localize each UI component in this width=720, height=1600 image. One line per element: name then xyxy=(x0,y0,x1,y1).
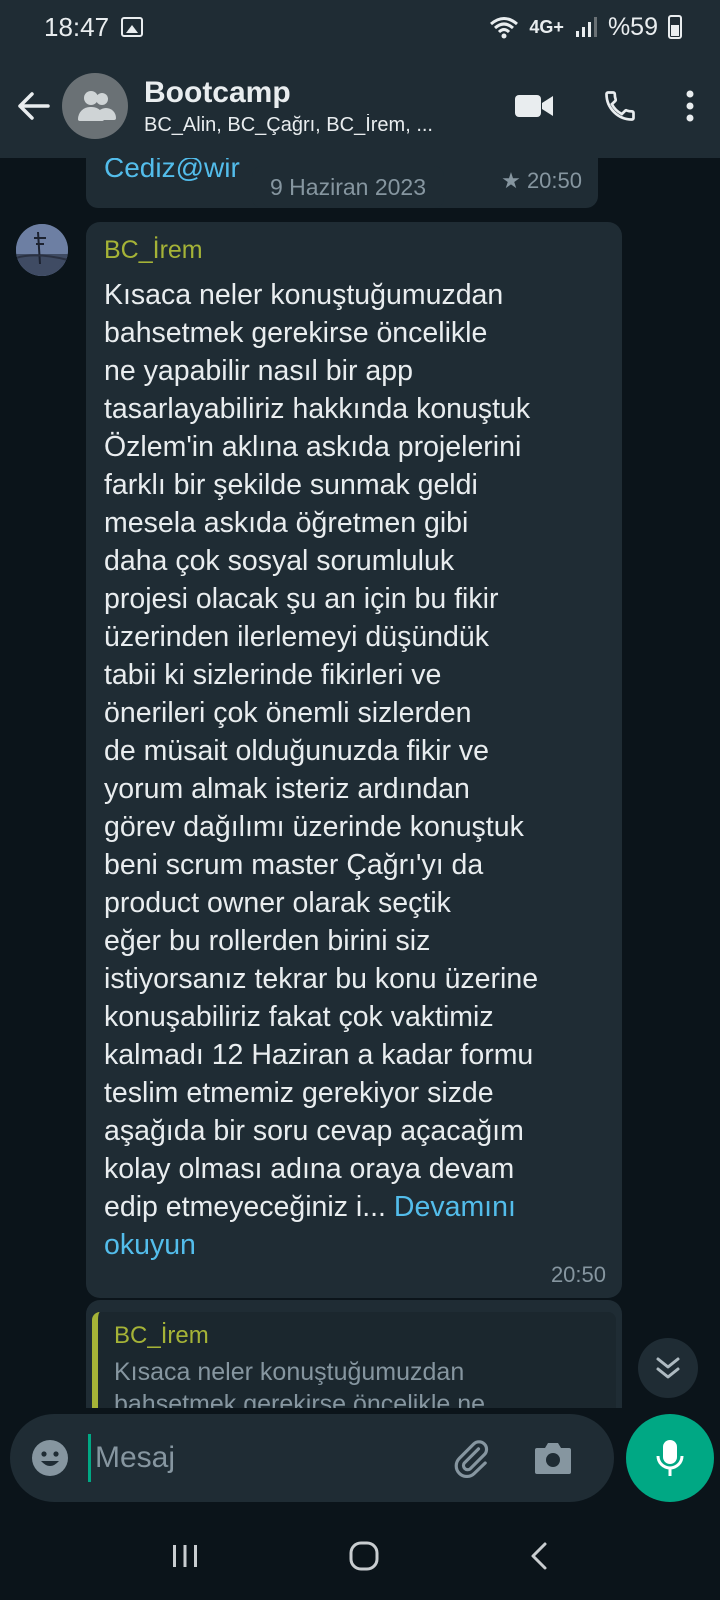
quoted-sender: BC_İrem xyxy=(114,1322,209,1349)
message-input[interactable] xyxy=(95,1433,435,1483)
status-bar: 18:47 4G+ %59 xyxy=(0,0,720,54)
message-sender[interactable]: BC_İrem xyxy=(104,234,604,266)
reply-message-bubble[interactable]: BC_İrem Kısaca neler konuştuğumuzdan bah… xyxy=(86,1300,622,1408)
quoted-message[interactable]: BC_İrem Kısaca neler konuştuğumuzdan bah… xyxy=(92,1312,616,1408)
message-line: kalmadı 12 Haziran a kadar formu xyxy=(104,1039,534,1071)
network-type-label: 4G+ xyxy=(529,16,564,37)
message-line: bahsetmek gerekirse öncelikle xyxy=(104,317,488,349)
more-vert-icon[interactable] xyxy=(686,90,694,122)
message-line: Kısaca neler konuştuğumuzdan xyxy=(104,279,504,311)
message-line: görev dağılımı üzerinde konuştuk xyxy=(104,811,524,843)
message-line: kolay olması adına oraya devam xyxy=(104,1153,515,1185)
message-line: önerileri çok önemli sizlerden xyxy=(104,697,472,729)
message-time: 20:50 xyxy=(550,1262,606,1287)
message-line: product owner olarak seçtik xyxy=(104,887,451,919)
message-body: Kısaca neler konuştuğumuzdan bahsetmek g… xyxy=(104,276,604,1264)
previous-message-time: ★ 20:50 xyxy=(501,168,582,194)
header-actions xyxy=(514,88,694,124)
camera-icon[interactable] xyxy=(533,1440,573,1476)
wifi-icon xyxy=(490,17,519,39)
message-line: mesela askıda öğretmen gibi xyxy=(104,507,469,539)
system-navigation-bar xyxy=(0,1512,720,1600)
message-line: de müsait olduğunuzda fikir ve xyxy=(104,735,489,767)
quoted-line: bahsetmek gerekirse öncelikle ne xyxy=(114,1390,486,1408)
voice-message-button[interactable] xyxy=(626,1414,714,1502)
message-truncated-text: edip etmeyeceğiniz i... xyxy=(104,1191,394,1223)
home-icon[interactable] xyxy=(348,1540,380,1572)
quoted-line: Kısaca neler konuştuğumuzdan xyxy=(114,1358,465,1386)
message-line: tasarlayabiliriz hakkında konuştuk xyxy=(104,393,531,425)
video-call-icon[interactable] xyxy=(514,93,554,119)
group-name: Bootcamp xyxy=(144,75,291,109)
message-line: farklı bir şekilde sunmak geldi xyxy=(104,469,478,501)
sender-avatar[interactable] xyxy=(16,224,68,276)
group-avatar-icon[interactable] xyxy=(62,73,128,139)
chat-header: Bootcamp BC_Alin, BC_Çağrı, BC_İrem, ... xyxy=(0,54,720,158)
message-input-container[interactable] xyxy=(10,1414,614,1502)
battery-percent: %59 xyxy=(607,12,658,41)
signal-icon xyxy=(575,17,597,37)
back-arrow-icon xyxy=(18,92,50,120)
gallery-notification-icon xyxy=(121,17,144,37)
message-line: daha çok sosyal sorumluluk xyxy=(104,545,455,577)
read-more-link-continued[interactable]: okuyun xyxy=(104,1226,604,1264)
recents-icon[interactable] xyxy=(170,1543,200,1569)
avatar-photo-icon xyxy=(16,224,68,276)
message-bubble[interactable]: BC_İrem Kısaca neler konuştuğumuzdan bah… xyxy=(86,222,622,1298)
attach-icon[interactable] xyxy=(451,1438,491,1478)
back-icon[interactable] xyxy=(528,1541,550,1571)
emoji-icon[interactable] xyxy=(30,1438,70,1478)
scroll-to-bottom-button[interactable] xyxy=(638,1338,698,1398)
message-line: projesi olacak şu an için bu fikir xyxy=(104,583,499,615)
date-divider: 9 Haziran 2023 xyxy=(252,166,444,208)
read-more-link[interactable]: Devamını xyxy=(394,1191,516,1223)
phone-call-icon[interactable] xyxy=(602,88,638,124)
message-line: yorum almak isteriz ardından xyxy=(104,773,470,805)
message-last-line: edip etmeyeceğiniz i... Devamını xyxy=(104,1188,604,1226)
message-line: aşağıda bir soru cevap açacağım xyxy=(104,1115,524,1147)
status-icons: 4G+ %59 xyxy=(489,13,682,42)
message-line: konuşabiliriz fakat çok vaktimiz xyxy=(104,1001,494,1033)
whatsapp-chat-screen: 18:47 4G+ %59 Bootcamp BC_Alin, BC_Çağrı… xyxy=(0,0,720,1600)
chat-area[interactable]: Cediz@wir ★ 20:50 9 Haziran 2023 BC_İrem… xyxy=(0,158,720,1408)
quoted-text: Kısaca neler konuştuğumuzdan bahsetmek g… xyxy=(114,1356,600,1408)
message-line: teslim etmemiz gerekiyor sizde xyxy=(104,1077,494,1109)
battery-icon xyxy=(668,15,682,39)
status-time: 18:47 xyxy=(44,11,110,42)
text-cursor xyxy=(88,1434,91,1482)
message-line: beni scrum master Çağrı'yı da xyxy=(104,849,484,881)
back-button[interactable] xyxy=(4,54,62,158)
previous-message-time-text: 20:50 xyxy=(526,168,582,193)
chat-title-block[interactable]: Bootcamp BC_Alin, BC_Çağrı, BC_İrem, ... xyxy=(144,76,474,137)
group-members: BC_Alin, BC_Çağrı, BC_İrem, ... xyxy=(144,113,433,136)
message-line: istiyorsanız tekrar bu konu üzerine xyxy=(104,963,539,995)
message-input-bar xyxy=(0,1408,720,1512)
message-line: eğer bu rollerden birini siz xyxy=(104,925,431,957)
mic-icon xyxy=(656,1440,684,1476)
message-line: üzerinden ilerlemeyi düşündük xyxy=(104,621,489,653)
double-chevron-down-icon xyxy=(656,1357,680,1379)
message-line: ne yapabilir nasıl bir app xyxy=(104,355,413,387)
message-line: Özlem'in aklına askıda projelerini xyxy=(104,431,522,463)
previous-message-link[interactable]: Cediz@wir xyxy=(104,158,240,184)
message-line: tabii ki sizlerinde fikirleri ve xyxy=(104,659,442,691)
star-icon: ★ xyxy=(501,168,521,193)
